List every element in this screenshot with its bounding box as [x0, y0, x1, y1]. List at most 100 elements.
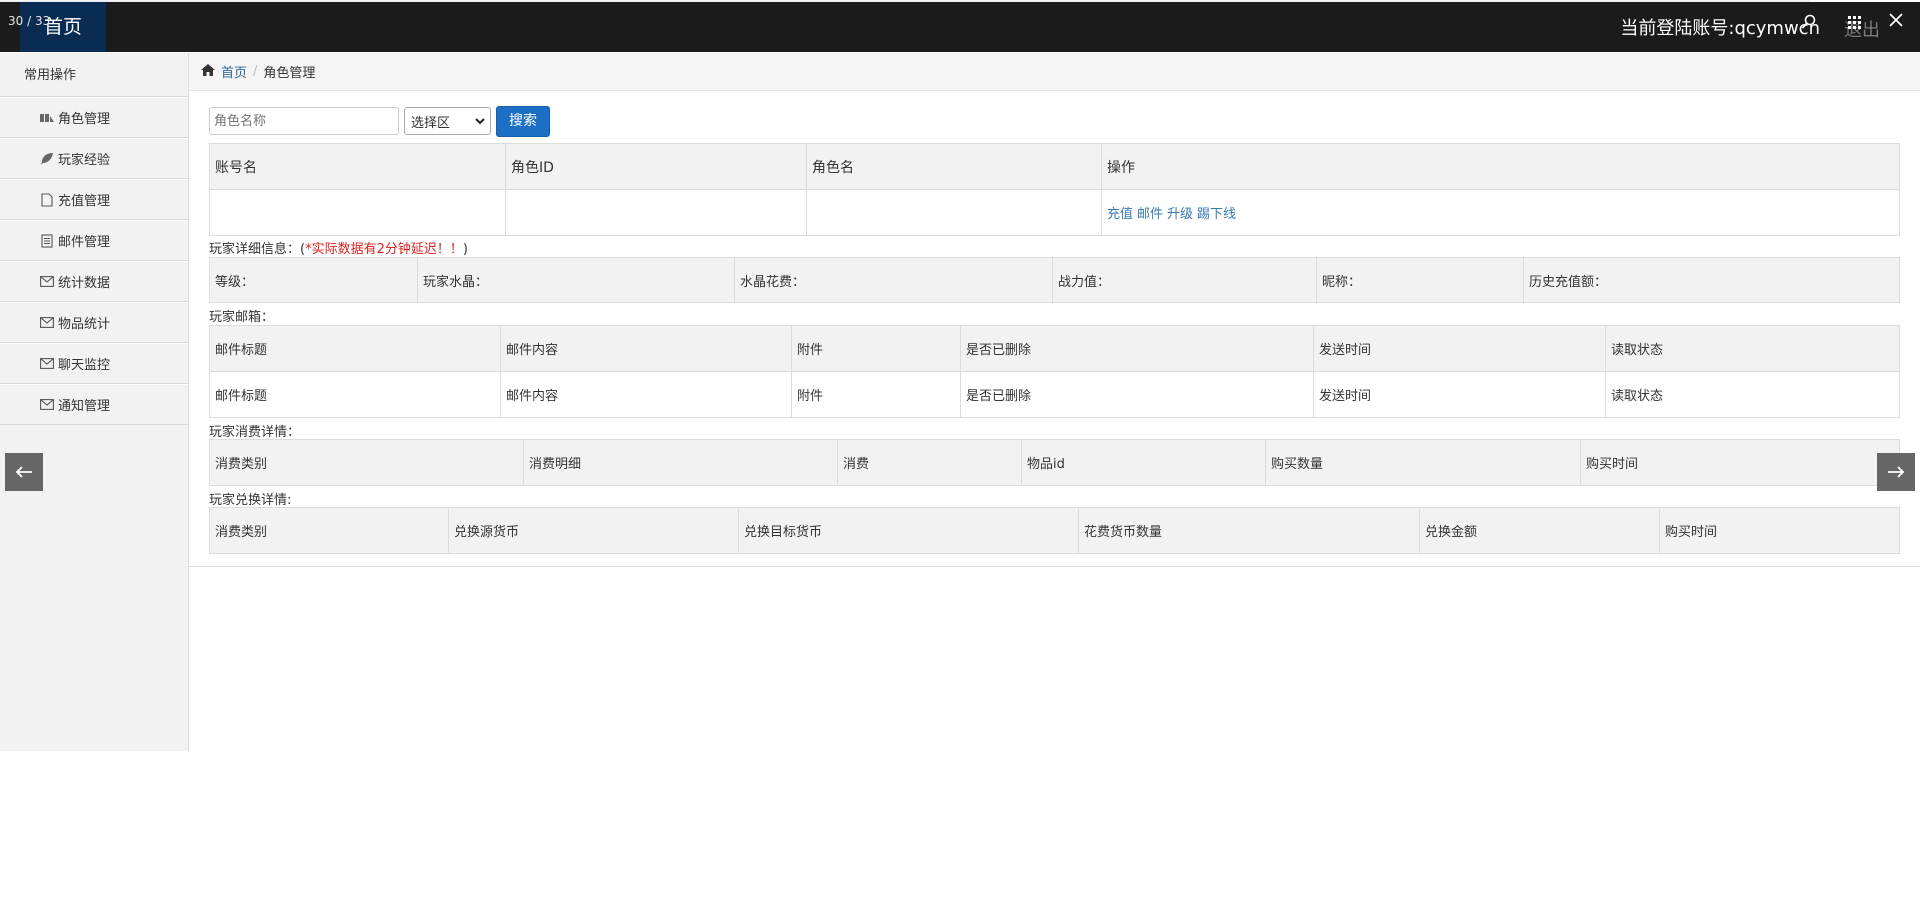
breadcrumb-separator: /: [253, 64, 258, 79]
file-icon: [40, 192, 54, 207]
list-icon: [40, 233, 54, 248]
table-row: 充值 邮件 升级 踢下线: [209, 189, 1900, 236]
account-label: 当前登陆账号:qcymwcn: [1620, 18, 1820, 39]
column-header: 兑换源货币: [448, 507, 739, 554]
detail-label-end: ): [462, 242, 468, 257]
envelope-icon: [40, 275, 54, 289]
upgrade-link[interactable]: 升级: [1167, 207, 1193, 222]
level-field: 等级：: [209, 257, 418, 303]
column-header: 账号名: [209, 143, 506, 190]
column-header: 角色ID: [505, 143, 807, 190]
table-cell: [806, 189, 1102, 236]
sidebar-item-items[interactable]: 物品统计: [0, 302, 188, 343]
detail-table: 等级： 玩家水晶： 水晶花费： 战力值： 昵称： 历史充值额：: [209, 257, 1900, 303]
table-header-row: 邮件标题 邮件内容 附件 是否已删除 发送时间 读取状态: [209, 325, 1900, 372]
column-header: 兑换金额: [1419, 507, 1660, 554]
column-header: 操作: [1101, 143, 1900, 190]
main-content: 首页 / 角色管理 选择区 搜索 账号名 角色ID 角色名 操作 充值邮件升级踢…: [189, 53, 1920, 567]
sidebar-item-label: 邮件管理: [58, 235, 111, 250]
envelope-icon: [40, 357, 54, 371]
table-cell: 读取状态: [1605, 371, 1900, 418]
role-table: 账号名 角色ID 角色名 操作 充值 邮件 升级 踢下线: [209, 143, 1900, 236]
envelope-icon: [40, 398, 54, 412]
arrow-left-icon: [15, 466, 32, 478]
mailbox-table: 邮件标题 邮件内容 附件 是否已删除 发送时间 读取状态 邮件标题 邮件内容 附…: [209, 325, 1900, 418]
top-bar: 首页 30 / 33 当前登陆账号:qcymwcn 退出: [0, 0, 1920, 52]
next-arrow-button[interactable]: [1877, 453, 1915, 491]
users-icon: [40, 111, 54, 125]
column-header: 物品id: [1021, 439, 1266, 486]
table-header-row: 消费类别 兑换源货币 兑换目标货币 花费货币数量 兑换金额 购买时间: [209, 507, 1900, 554]
column-header: 消费明细: [523, 439, 838, 486]
close-icon[interactable]: [1886, 10, 1906, 30]
column-header: 花费货币数量: [1078, 507, 1420, 554]
column-header: 角色名: [806, 143, 1102, 190]
image-counter: 30 / 33: [8, 14, 51, 28]
table-row: 邮件标题 邮件内容 附件 是否已删除 发送时间 读取状态: [209, 371, 1900, 418]
power-field: 战力值：: [1052, 257, 1317, 303]
zone-select[interactable]: 选择区: [404, 107, 491, 135]
sidebar-item-label: 充值管理: [58, 194, 111, 209]
column-header: 邮件内容: [500, 325, 792, 372]
detail-label-text: 玩家详细信息：(: [209, 242, 306, 257]
grid-icon[interactable]: [1848, 16, 1862, 30]
table-cell: [505, 189, 807, 236]
mail-link[interactable]: 邮件: [1137, 207, 1163, 222]
column-header: 读取状态: [1605, 325, 1900, 372]
previous-arrow-button[interactable]: [5, 453, 43, 491]
sidebar-item-notice[interactable]: 通知管理: [0, 384, 188, 425]
breadcrumb-current: 角色管理: [263, 66, 316, 81]
sidebar-item-statistics[interactable]: 统计数据: [0, 261, 188, 302]
mailbox-label: 玩家邮箱：: [209, 310, 275, 325]
search-button[interactable]: 搜索: [496, 105, 550, 137]
sidebar-item-label: 统计数据: [58, 276, 111, 291]
exchange-table: 消费类别 兑换源货币 兑换目标货币 花费货币数量 兑换金额 购买时间: [209, 507, 1900, 554]
recharge-link[interactable]: 充值: [1107, 207, 1133, 222]
breadcrumb: 首页 / 角色管理: [189, 53, 1920, 91]
table-cell: 发送时间: [1313, 371, 1606, 418]
column-header: 消费类别: [209, 507, 449, 554]
delay-warning: *实际数据有2分钟延迟！！: [305, 242, 463, 257]
column-header: 兑换目标货币: [738, 507, 1079, 554]
sidebar-item-label: 聊天监控: [58, 358, 111, 373]
sidebar-item-label: 玩家经验: [58, 153, 111, 168]
home-icon: [201, 63, 215, 80]
zone-select-value: 选择区: [411, 115, 451, 131]
sidebar-item-recharge[interactable]: 充值管理: [0, 179, 188, 220]
column-header: 购买数量: [1265, 439, 1581, 486]
column-header: 附件: [791, 325, 961, 372]
zoom-icon[interactable]: [1801, 14, 1817, 30]
sidebar-item-mail[interactable]: 邮件管理: [0, 220, 188, 261]
search-bar: 选择区 搜索: [209, 105, 550, 137]
table-cell: [209, 189, 506, 236]
top-edge: [1810, 0, 1920, 2]
role-name-input[interactable]: [209, 107, 399, 135]
crystal-spent-field: 水晶花费：: [734, 257, 1053, 303]
sidebar-title: 常用操作: [0, 53, 188, 97]
detail-label: 玩家详细信息：(*实际数据有2分钟延迟！！): [209, 238, 468, 257]
table-row: 等级： 玩家水晶： 水晶花费： 战力值： 昵称： 历史充值额：: [209, 257, 1900, 303]
table-cell: 附件: [791, 371, 961, 418]
kick-offline-link[interactable]: 踢下线: [1197, 207, 1236, 222]
sidebar-item-role-management[interactable]: 角色管理: [0, 97, 188, 138]
table-cell: 邮件标题: [209, 371, 501, 418]
actions-cell: 充值 邮件 升级 踢下线: [1101, 189, 1900, 236]
table-cell: 是否已删除: [960, 371, 1314, 418]
sidebar-item-chat-monitor[interactable]: 聊天监控: [0, 343, 188, 384]
crystal-field: 玩家水晶：: [417, 257, 735, 303]
sidebar-item-player-exp[interactable]: 玩家经验: [0, 138, 188, 179]
column-header: 发送时间: [1313, 325, 1606, 372]
table-cell: 邮件内容: [500, 371, 792, 418]
chevron-down-icon: [475, 114, 485, 129]
leaf-icon: [40, 152, 54, 166]
top-strip: [0, 0, 1920, 2]
table-header-row: 账号名 角色ID 角色名 操作: [209, 143, 1900, 190]
total-recharge-field: 历史充值额：: [1523, 257, 1900, 303]
sidebar-item-label: 物品统计: [58, 317, 111, 332]
sidebar: 常用操作 角色管理 玩家经验 充值管理 邮件管理 统计数据 物品统计 聊天监控 …: [0, 53, 189, 751]
table-header-row: 消费类别 消费明细 消费 物品id 购买数量 购买时间: [209, 439, 1900, 486]
column-header: 购买时间: [1580, 439, 1900, 486]
breadcrumb-home-link[interactable]: 首页: [221, 62, 247, 81]
sidebar-item-label: 通知管理: [58, 399, 111, 414]
column-header: 消费: [837, 439, 1022, 486]
